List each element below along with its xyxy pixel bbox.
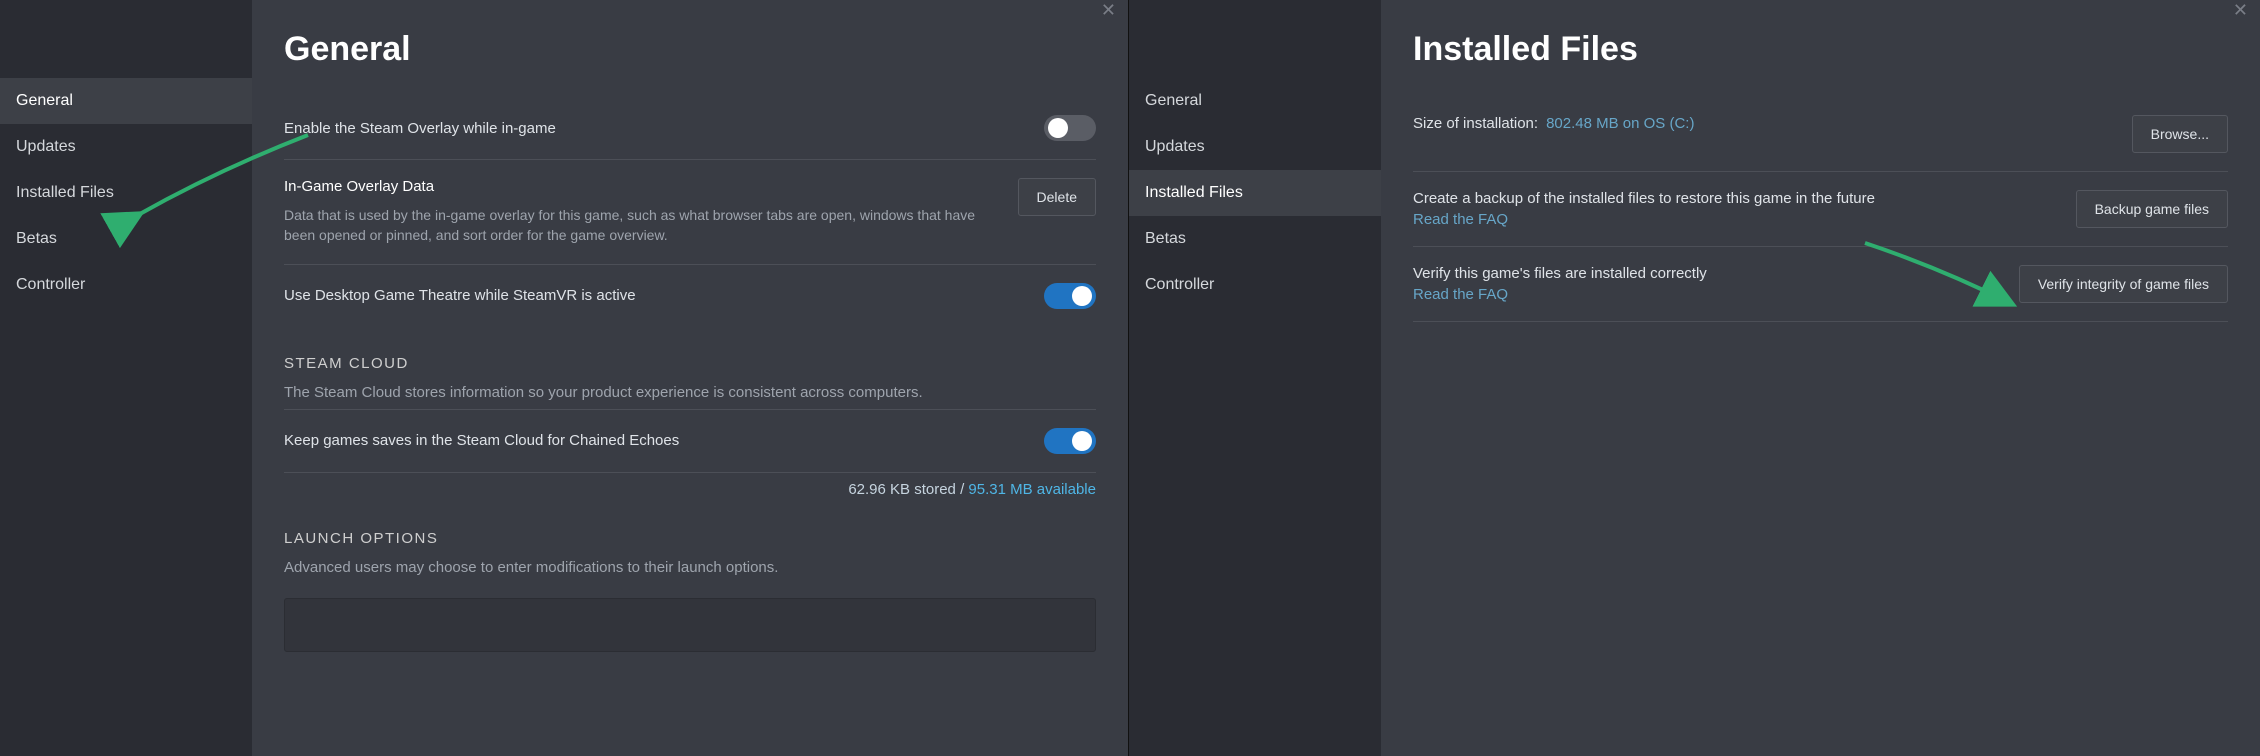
launch-options-desc: Advanced users may choose to enter modif… <box>284 557 1096 578</box>
toggle-knob-icon <box>1072 286 1092 306</box>
verify-text: Verify this game's files are installed c… <box>1413 265 1707 282</box>
close-icon[interactable]: ✕ <box>1101 0 1116 20</box>
sidebar-item-controller[interactable]: Controller <box>1129 262 1381 308</box>
verify-faq-link[interactable]: Read the FAQ <box>1413 286 1508 303</box>
sidebar-item-installed-files[interactable]: Installed Files <box>0 170 252 216</box>
section-launch-options: LAUNCH OPTIONS <box>284 530 1096 547</box>
sidebar-item-general[interactable]: General <box>1129 78 1381 124</box>
section-steam-cloud: STEAM CLOUD <box>284 355 1096 372</box>
ingame-overlay-desc: Data that is used by the in-game overlay… <box>284 205 994 246</box>
sidebar-right: General Updates Installed Files Betas Co… <box>1129 0 1381 756</box>
backup-faq-link[interactable]: Read the FAQ <box>1413 211 1508 228</box>
install-size-prefix: Size of installation: <box>1413 115 1538 132</box>
sidebar-item-label: General <box>16 92 73 109</box>
desktop-theatre-label: Use Desktop Game Theatre while SteamVR i… <box>284 287 636 304</box>
keep-saves-label: Keep games saves in the Steam Cloud for … <box>284 432 679 449</box>
backup-text: Create a backup of the installed files t… <box>1413 190 1875 207</box>
page-title: Installed Files <box>1413 30 2228 69</box>
sidebar-item-controller[interactable]: Controller <box>0 262 252 308</box>
launch-options-input[interactable] <box>284 598 1096 652</box>
close-icon[interactable]: ✕ <box>2233 0 2248 20</box>
sidebar-item-general[interactable]: General <box>0 78 252 124</box>
sidebar-item-betas[interactable]: Betas <box>1129 216 1381 262</box>
verify-integrity-button[interactable]: Verify integrity of game files <box>2019 265 2228 303</box>
sidebar-item-betas[interactable]: Betas <box>0 216 252 262</box>
browse-button[interactable]: Browse... <box>2132 115 2228 153</box>
steam-cloud-desc: The Steam Cloud stores information so yo… <box>284 382 1096 403</box>
cloud-storage-line: 62.96 KB stored / 95.31 MB available <box>284 472 1096 502</box>
sidebar-item-updates[interactable]: Updates <box>1129 124 1381 170</box>
sidebar-item-label: Controller <box>16 276 85 293</box>
backup-button[interactable]: Backup game files <box>2076 190 2228 228</box>
sidebar-left: General Updates Installed Files Betas Co… <box>0 0 252 756</box>
sidebar-item-label: General <box>1145 92 1202 109</box>
content-general: General Enable the Steam Overlay while i… <box>252 0 1128 756</box>
desktop-theatre-toggle[interactable] <box>1044 283 1096 309</box>
row-desktop-theatre: Use Desktop Game Theatre while SteamVR i… <box>284 264 1096 327</box>
sidebar-item-label: Controller <box>1145 276 1214 293</box>
delete-button[interactable]: Delete <box>1018 178 1096 216</box>
window-installed-files: ✕ General Updates Installed Files Betas … <box>1129 0 2260 756</box>
enable-overlay-toggle[interactable] <box>1044 115 1096 141</box>
page-title: General <box>284 30 1096 69</box>
ingame-overlay-title: In-Game Overlay Data <box>284 178 994 195</box>
content-installed-files: Installed Files Size of installation: 80… <box>1381 0 2260 756</box>
row-keep-saves: Keep games saves in the Steam Cloud for … <box>284 409 1096 472</box>
row-enable-overlay: Enable the Steam Overlay while in-game <box>284 97 1096 159</box>
keep-saves-toggle[interactable] <box>1044 428 1096 454</box>
cloud-storage-available[interactable]: 95.31 MB available <box>968 481 1096 498</box>
sidebar-item-label: Installed Files <box>1145 184 1243 201</box>
sidebar-item-label: Updates <box>1145 138 1205 155</box>
row-ingame-overlay-data: In-Game Overlay Data Data that is used b… <box>284 159 1096 264</box>
sidebar-item-label: Betas <box>16 230 57 247</box>
row-verify: Verify this game's files are installed c… <box>1413 246 2228 322</box>
sidebar-item-label: Updates <box>16 138 76 155</box>
sidebar-item-installed-files[interactable]: Installed Files <box>1129 170 1381 216</box>
toggle-knob-icon <box>1048 118 1068 138</box>
cloud-storage-stored: 62.96 KB stored / <box>848 481 968 498</box>
enable-overlay-label: Enable the Steam Overlay while in-game <box>284 120 556 137</box>
row-install-size: Size of installation: 802.48 MB on OS (C… <box>1413 97 2228 171</box>
sidebar-item-label: Installed Files <box>16 184 114 201</box>
row-backup: Create a backup of the installed files t… <box>1413 171 2228 246</box>
install-location-link[interactable]: 802.48 MB on OS (C:) <box>1546 115 1694 132</box>
sidebar-item-label: Betas <box>1145 230 1186 247</box>
toggle-knob-icon <box>1072 431 1092 451</box>
window-general: ✕ General Updates Installed Files Betas … <box>0 0 1129 756</box>
sidebar-item-updates[interactable]: Updates <box>0 124 252 170</box>
